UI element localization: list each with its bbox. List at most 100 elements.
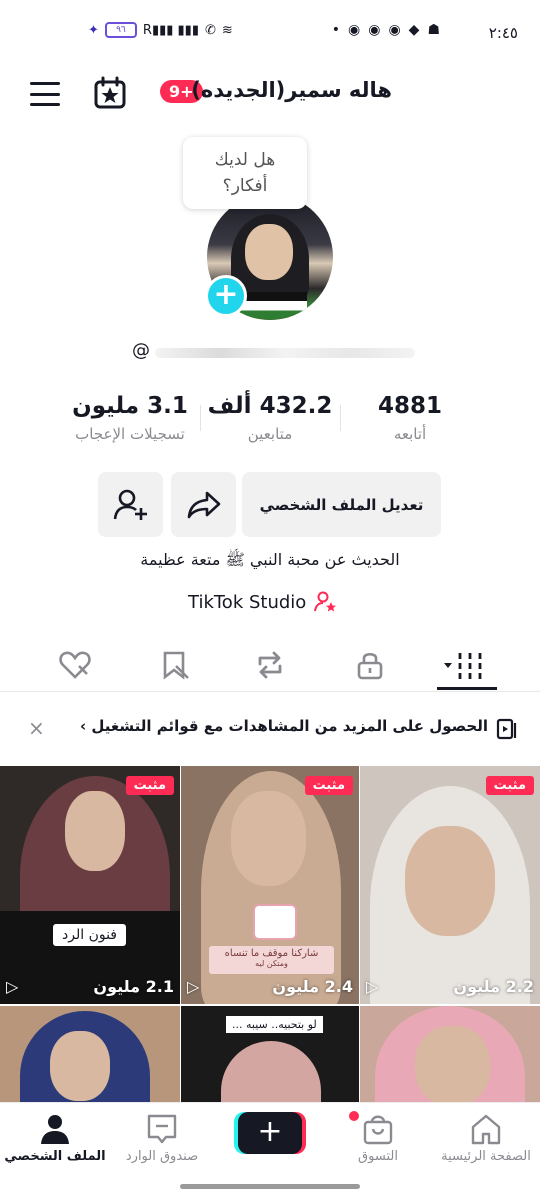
video-caption: لو بتحبيه.. سيبه ... (226, 1016, 323, 1033)
tab-favorites[interactable] (155, 645, 195, 685)
nav-inbox[interactable]: صندوق الوارد (107, 1113, 217, 1164)
stat-likes[interactable]: 3.1 مليون تسجيلات الإعجاب (60, 393, 200, 443)
messenger-icon: ◉ (388, 22, 401, 38)
video-thumbnail[interactable]: مثبت 2.2 مليون ▷ (360, 766, 540, 1004)
status-left-icons: ✦ ٩٦ R▮▮▮ ▮▮▮ ✆ ≋ (88, 22, 233, 38)
view-count: 2.4 مليون (272, 977, 353, 996)
caption-text: شاركنا موقف ما تنساه (224, 948, 319, 959)
repost-icon (258, 651, 282, 679)
messenger-icon: ◉ (348, 22, 361, 38)
stat-divider (340, 405, 341, 431)
handle-redacted (155, 348, 415, 358)
nav-profile[interactable]: الملف الشخصي (0, 1113, 110, 1164)
profile-icon (41, 1115, 69, 1144)
profile-bio: الحديث عن محبة النبي ﷺ متعة عظيمة (140, 550, 400, 569)
video-views: 2.2 مليون ▷ (366, 977, 534, 996)
bluetooth-icon: ✦ (88, 22, 99, 38)
stat-divider (200, 405, 201, 431)
tiktok-studio-label: TikTok Studio (188, 591, 307, 613)
caption-sub: ومتكن ليه (255, 959, 288, 968)
pinned-badge: مثبت (485, 776, 534, 795)
play-icon: ▷ (366, 977, 379, 996)
video-thumbnail[interactable]: فنون الرد مثبت 2.1 مليون ▷ (0, 766, 180, 1004)
user-star-icon (314, 591, 337, 612)
chat-icon: ◆ (408, 22, 420, 38)
stat-following-value: 4881 (377, 393, 442, 419)
tab-reposts[interactable] (250, 645, 290, 685)
nav-inbox-label: صندوق الوارد (125, 1149, 199, 1164)
pinned-badge: مثبت (304, 776, 353, 795)
nav-home[interactable]: الصفحة الرئيسية (431, 1113, 540, 1164)
video-thumbnail[interactable] (360, 1006, 540, 1102)
nav-shop[interactable]: التسوق (323, 1113, 433, 1164)
stat-followers[interactable]: 432.2 ألف متابعين (205, 393, 335, 443)
menu-icon[interactable] (30, 82, 60, 106)
profile-handle: @ (132, 340, 150, 361)
signal-icon: R▮▮▮ ▮▮▮ (142, 22, 199, 38)
add-friend-button[interactable] (98, 472, 163, 537)
add-user-icon (113, 489, 147, 520)
snapchat-icon: ☗ (427, 22, 440, 38)
notification-icons: • ◉ ◉ ◉ ◆ ☗ (332, 22, 440, 38)
video-views: 2.4 مليون ▷ (187, 977, 353, 996)
heart-hidden-icon (59, 651, 91, 679)
home-indicator[interactable] (180, 1184, 360, 1189)
stat-likes-label: تسجيلات الإعجاب (75, 425, 185, 443)
close-icon[interactable]: × (28, 716, 45, 740)
play-icon: ▷ (6, 977, 19, 996)
playlist-banner[interactable]: الحصول على المزيد من المشاهدات مع قوائم … (0, 700, 540, 758)
profile-username[interactable]: هاله سمير(الجديده) (191, 78, 392, 102)
stat-following[interactable]: 4881 أتابعه (360, 393, 460, 443)
view-count: 2.2 مليون (453, 977, 534, 996)
video-caption: فنون الرد (53, 924, 126, 946)
inbox-icon (147, 1114, 177, 1144)
nav-profile-label: الملف الشخصي (4, 1149, 106, 1164)
nav-shop-label: التسوق (358, 1149, 398, 1164)
wifi-icon: ≋ (221, 22, 233, 38)
grid-icon (444, 653, 482, 679)
ideas-bubble[interactable]: هل لديك أفكار؟ (183, 137, 307, 209)
view-count: 2.1 مليون (93, 977, 174, 996)
tiktok-studio-link[interactable]: TikTok Studio (188, 591, 338, 613)
messenger-icon: ◉ (368, 22, 381, 38)
stat-likes-value: 3.1 مليون (72, 393, 188, 419)
share-icon (187, 491, 220, 518)
profile-header: 9+ هاله سمير(الجديده) (0, 70, 540, 120)
battery-icon: ٩٦ (104, 22, 137, 38)
video-caption-card: شاركنا موقف ما تنساه ومتكن ليه (209, 946, 334, 974)
pinned-badge: مثبت (125, 776, 174, 795)
battery-level: ٩٦ (116, 25, 126, 35)
stat-followers-label: متابعين (247, 425, 293, 443)
lock-icon (357, 652, 383, 680)
edit-profile-button[interactable]: تعديل الملف الشخصي (242, 472, 441, 537)
video-views: 2.1 مليون ▷ (6, 977, 174, 996)
shopping-bag-icon (363, 1115, 393, 1145)
add-story-button[interactable]: + (205, 275, 247, 317)
bubble-line-2: أفكار؟ (222, 176, 268, 196)
active-tab-indicator (437, 687, 497, 690)
playlist-icon (496, 718, 517, 740)
call-wifi-icon: ✆ (205, 22, 216, 38)
tab-videos[interactable] (440, 645, 490, 685)
nav-home-label: الصفحة الرئيسية (441, 1149, 531, 1164)
shop-notification-dot (349, 1111, 359, 1121)
video-thumbnail[interactable]: شاركنا موقف ما تنساه ومتكن ليه مثبت 2.4 … (181, 766, 359, 1004)
video-thumbnail[interactable] (0, 1006, 180, 1102)
status-bar: ✦ ٩٦ R▮▮▮ ▮▮▮ ✆ ≋ • ◉ ◉ ◉ ◆ ☗ ٢:٤٥ (0, 0, 540, 70)
play-icon: ▷ (187, 977, 200, 996)
share-profile-button[interactable] (171, 472, 236, 537)
tab-private[interactable] (350, 645, 390, 685)
create-button[interactable]: + (238, 1112, 302, 1154)
video-thumbnail[interactable]: لو بتحبيه.. سيبه ... (181, 1006, 359, 1102)
profile-tabs (0, 640, 540, 692)
status-time: ٢:٤٥ (488, 24, 518, 42)
home-icon (471, 1114, 501, 1145)
chat-bubble-icon (253, 904, 297, 940)
bookmark-hidden-icon (163, 651, 189, 680)
dot-icon: • (331, 22, 340, 38)
calendar-star-icon[interactable] (93, 76, 127, 110)
tab-liked[interactable] (55, 645, 95, 685)
stat-following-label: أتابعه (393, 425, 427, 443)
bubble-line-1: هل لديك (214, 150, 276, 170)
playlist-banner-text: الحصول على المزيد من المشاهدات مع قوائم … (80, 717, 488, 735)
